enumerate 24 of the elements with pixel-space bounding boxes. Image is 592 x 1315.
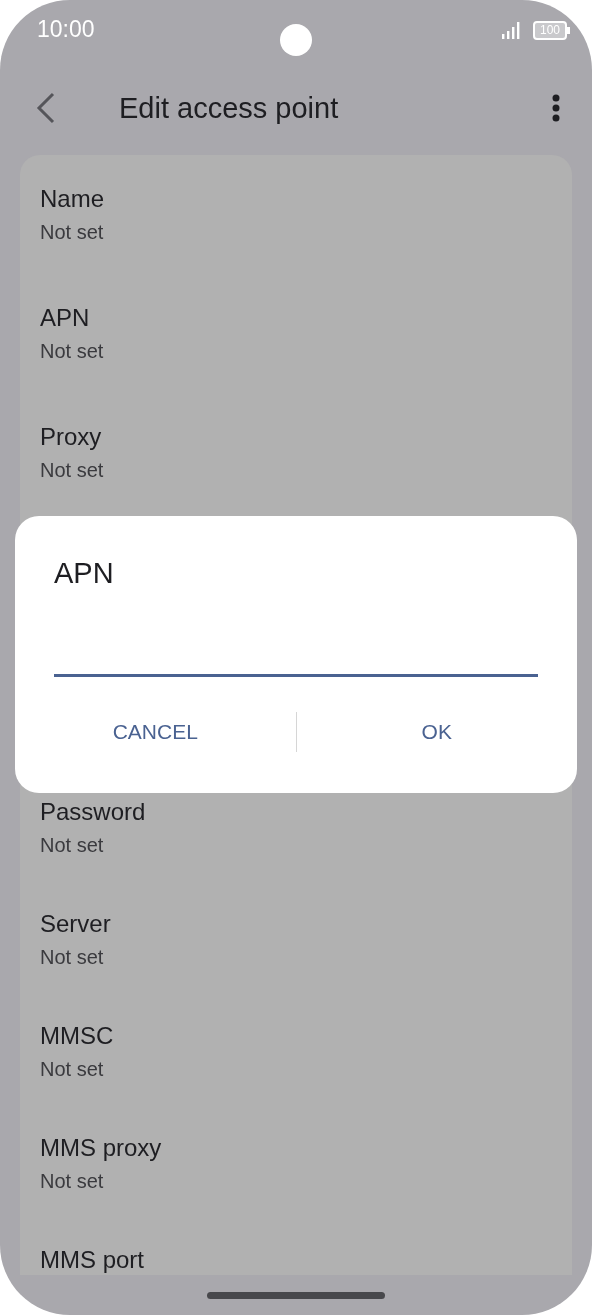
setting-title[interactable]: Password [40,798,146,826]
camera-hole [280,24,312,56]
screen-title: Edit access point [119,91,339,125]
setting-title[interactable]: MMS port [40,1246,144,1274]
setting-title[interactable]: Server [40,910,111,938]
setting-value: Not set [40,458,104,483]
setting-value: Not set [40,339,104,364]
setting-title[interactable]: Name [40,185,105,213]
more-options-icon[interactable] [552,94,560,122]
setting-value: Not set [40,945,104,970]
setting-title[interactable]: MMSC [40,1022,114,1050]
status-time: 10:00 [37,15,95,43]
back-icon[interactable] [36,92,56,124]
dialog-button[interactable]: CANCEL [15,710,296,754]
dialog-button[interactable]: OK [296,710,577,754]
setting-value: Not set [40,1169,104,1194]
setting-value: Not set [40,833,104,858]
setting-title[interactable]: MMS proxy [40,1134,162,1162]
setting-value: Not set [40,1057,104,1082]
setting-title[interactable]: Proxy [40,423,102,451]
setting-value: Not set [40,220,104,245]
setting-title[interactable]: APN [40,304,90,332]
dialog-title: APN [54,556,114,590]
signal-icon [500,21,521,39]
